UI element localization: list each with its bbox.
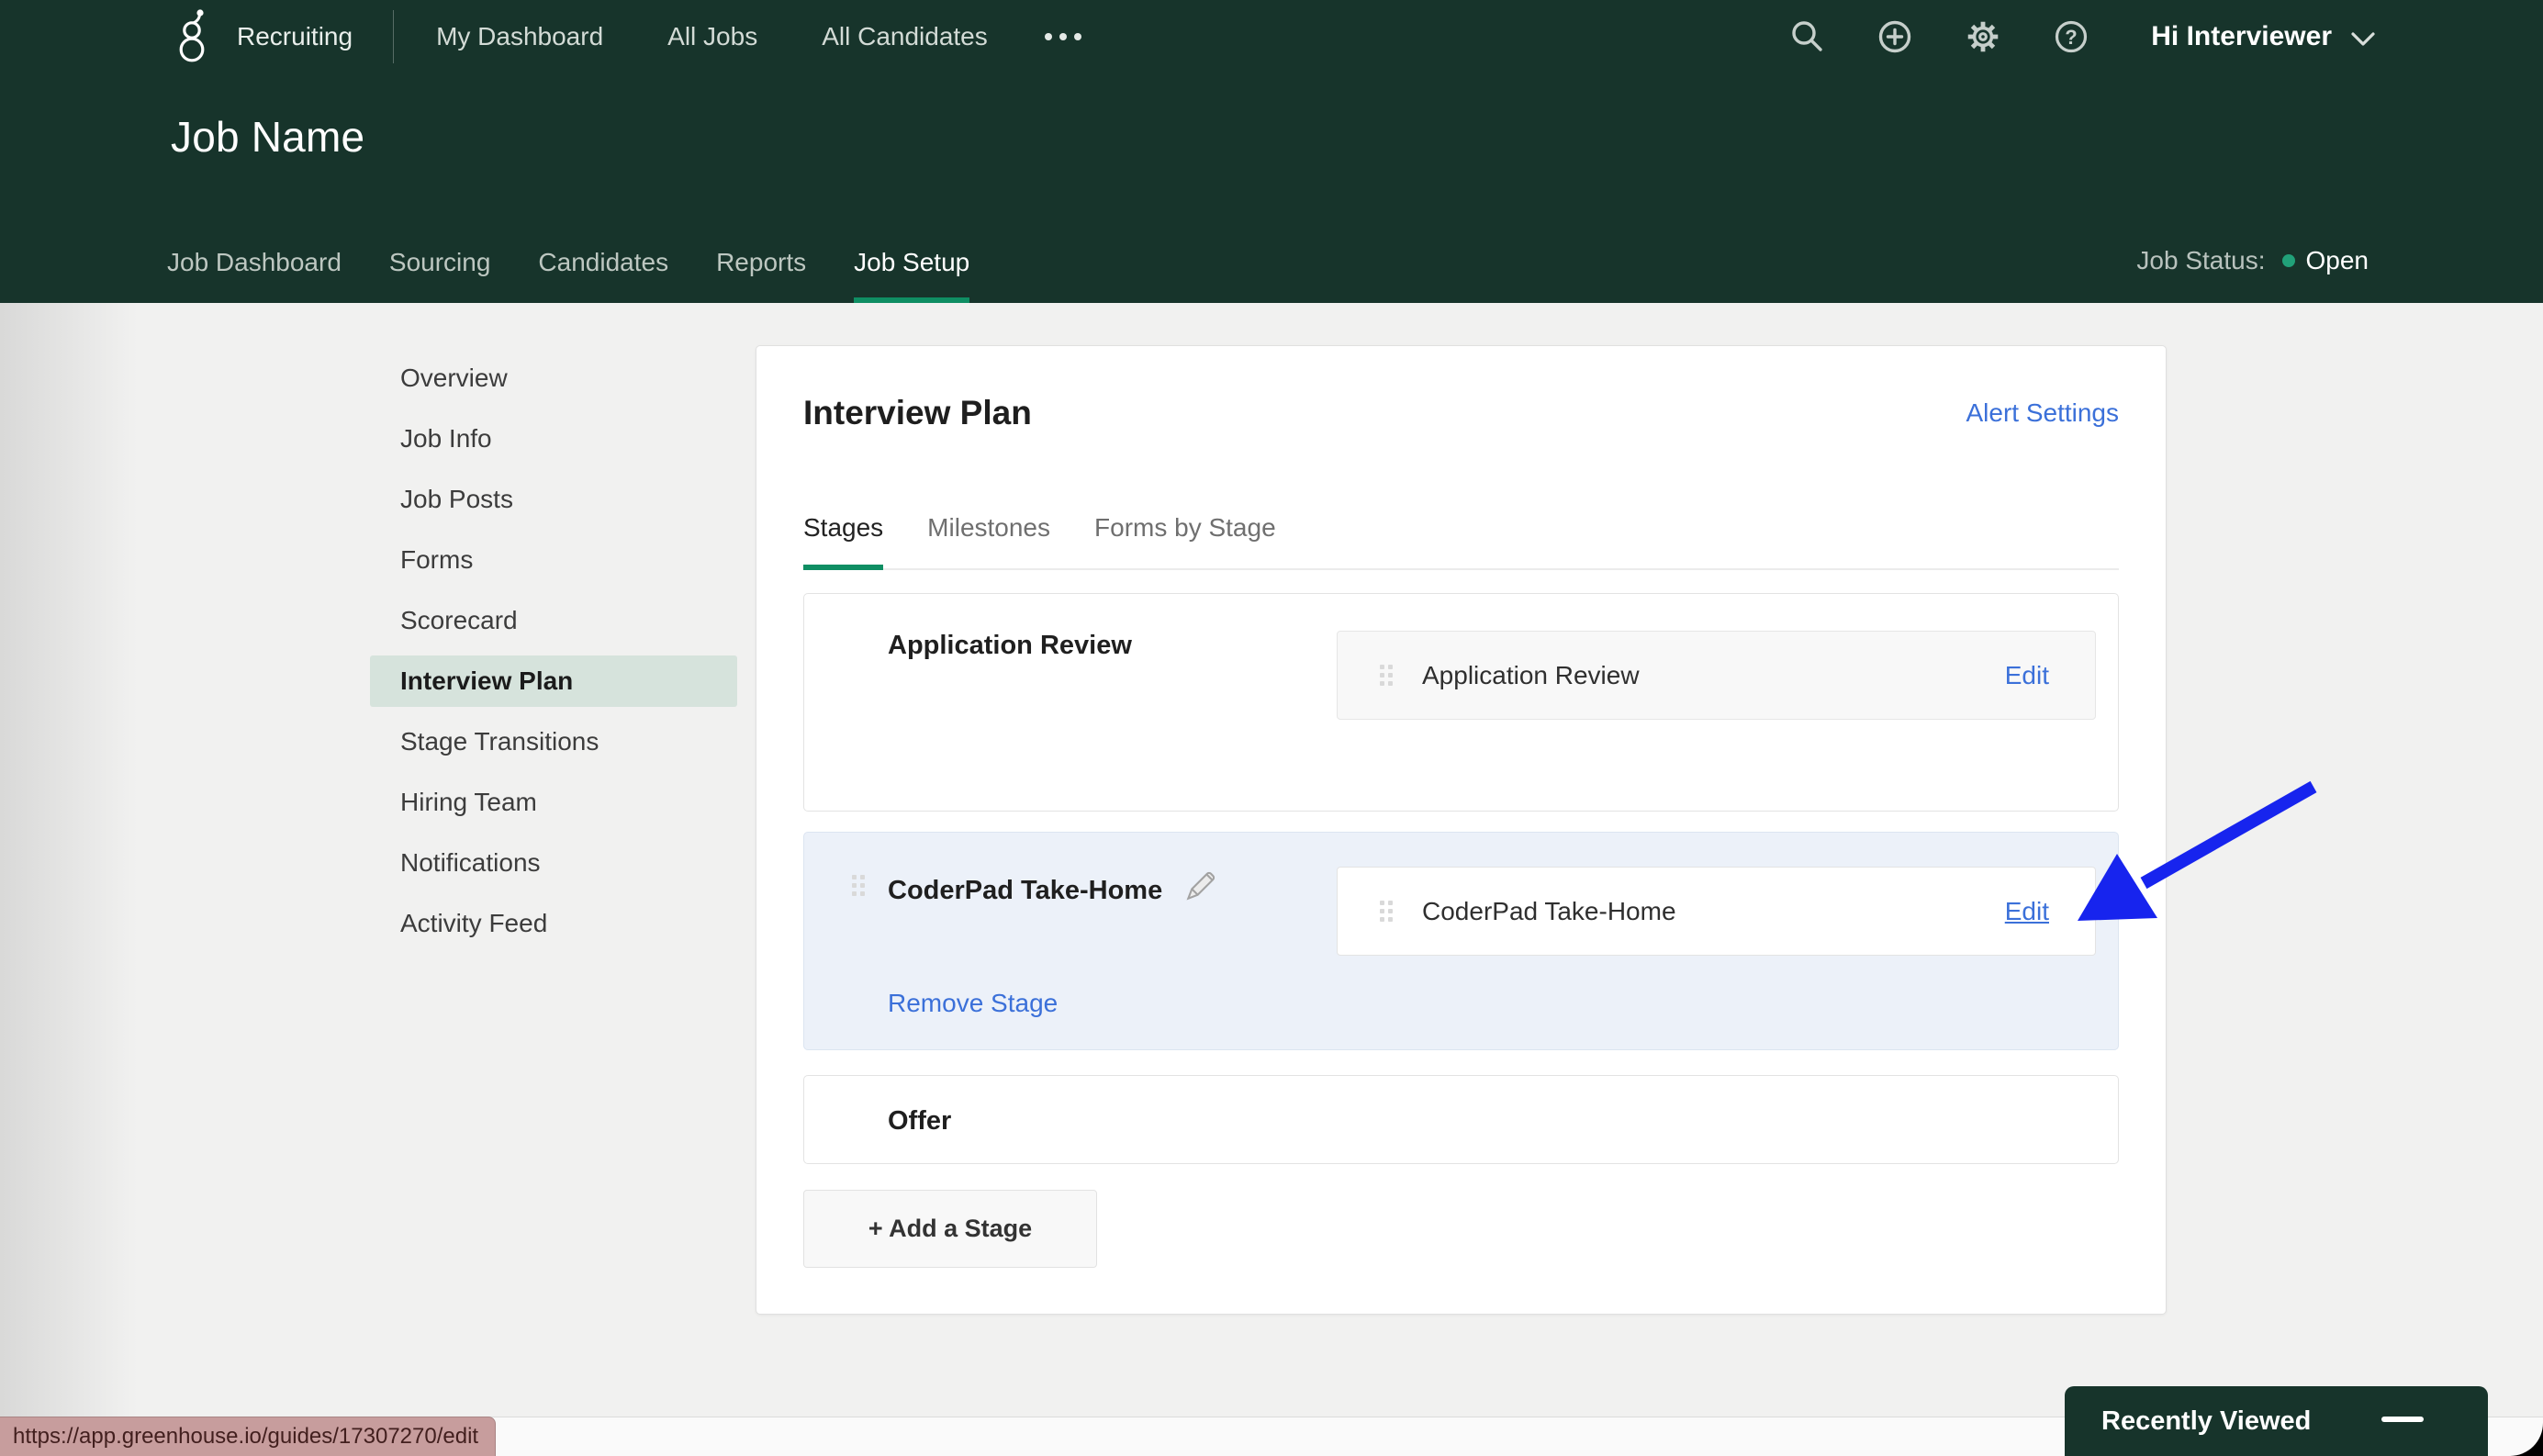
search-icon[interactable] [1787, 17, 1826, 56]
help-icon[interactable]: ? [2052, 17, 2090, 56]
job-status-label: Job Status: [2136, 246, 2266, 274]
top-nav: Recruiting My Dashboard All Jobs All Can… [0, 0, 2543, 73]
drag-handle-icon[interactable] [1380, 665, 1393, 686]
alert-settings-link[interactable]: Alert Settings [1966, 398, 2119, 428]
job-tabs: Job Dashboard Sourcing Candidates Report… [167, 248, 970, 303]
interview-row-coderpad-take-home: CoderPad Take-Home Edit [1337, 867, 2096, 956]
sidebar-item-job-info[interactable]: Job Info [370, 413, 737, 465]
nav-divider [393, 10, 395, 63]
stage-drag-handle-icon[interactable] [852, 875, 865, 896]
svg-text:?: ? [2066, 26, 2078, 49]
user-name: Hi Interviewer [2151, 21, 2332, 51]
link-preview-statusbar: https://app.greenhouse.io/guides/1730727… [0, 1417, 497, 1456]
stage-title: CoderPad Take-Home [888, 869, 1217, 912]
sidebar-item-hiring-team[interactable]: Hiring Team [370, 777, 737, 828]
more-menu-icon[interactable] [1044, 33, 1081, 40]
status-dot-icon [2281, 254, 2295, 267]
sidebar-item-stage-transitions[interactable]: Stage Transitions [370, 716, 737, 767]
sidebar-item-scorecard[interactable]: Scorecard [370, 595, 737, 646]
job-header: Job Name Job Dashboard Sourcing Candidat… [0, 73, 2543, 303]
sidebar-item-forms[interactable]: Forms [370, 534, 737, 586]
add-stage-button[interactable]: + Add a Stage [803, 1190, 1097, 1268]
greenhouse-logo-icon [171, 6, 213, 68]
settings-gear-icon[interactable] [1964, 17, 2002, 56]
sidebar-item-interview-plan[interactable]: Interview Plan [370, 655, 737, 707]
drag-handle-icon[interactable] [1380, 901, 1393, 922]
nav-right: ? Hi Interviewer [1787, 17, 2378, 56]
stage-name: Application Review [888, 631, 1132, 660]
job-setup-sidebar: Overview Job Info Job Posts Forms Scorec… [370, 353, 737, 958]
minimize-icon[interactable] [2381, 1417, 2424, 1422]
tab-candidates[interactable]: Candidates [538, 248, 668, 303]
job-status-value: Open [2305, 246, 2369, 274]
stage-card-coderpad-take-home: CoderPad Take-Home CoderPad Take-Home Ed… [803, 832, 2119, 1050]
sidebar-item-job-posts[interactable]: Job Posts [370, 474, 737, 525]
interview-plan-card: Interview Plan Alert Settings Stages Mil… [756, 345, 2167, 1315]
edit-interview-link[interactable]: Edit [2005, 661, 2049, 690]
chevron-down-icon [2351, 32, 2375, 46]
card-title: Interview Plan [803, 394, 1032, 431]
interview-plan-tabs: Stages Milestones Forms by Stage [803, 513, 2119, 570]
interview-row-application-review: Application Review Edit [1337, 631, 2096, 720]
card-header: Interview Plan Alert Settings [803, 394, 2119, 432]
tab-reports[interactable]: Reports [716, 248, 806, 303]
stage-name: Offer [888, 1106, 952, 1136]
nav-item-all-candidates[interactable]: All Candidates [822, 22, 988, 51]
stage-name: CoderPad Take-Home [888, 875, 1163, 905]
remove-stage-link[interactable]: Remove Stage [888, 989, 1058, 1018]
recently-viewed-title: Recently Viewed [2101, 1406, 2312, 1436]
nav-item-my-dashboard[interactable]: My Dashboard [436, 22, 603, 51]
interview-name: Application Review [1422, 660, 1640, 689]
add-icon[interactable] [1876, 17, 1914, 56]
stage-card-offer: Offer [803, 1075, 2119, 1164]
tab-job-setup[interactable]: Job Setup [854, 248, 970, 303]
sidebar-item-overview[interactable]: Overview [370, 353, 737, 404]
stage-title: Offer [888, 1106, 951, 1137]
sidebar-item-notifications[interactable]: Notifications [370, 837, 737, 889]
edit-interview-link[interactable]: Edit [2005, 897, 2049, 926]
product-name: Recruiting [237, 22, 353, 50]
tab-stages[interactable]: Stages [803, 513, 884, 570]
tab-job-dashboard[interactable]: Job Dashboard [167, 248, 342, 303]
tab-sourcing[interactable]: Sourcing [389, 248, 491, 303]
tab-forms-by-stage[interactable]: Forms by Stage [1094, 513, 1276, 570]
sidebar-item-activity-feed[interactable]: Activity Feed [370, 898, 737, 949]
left-edge-shadow [0, 303, 138, 1417]
nav-items: My Dashboard All Jobs All Candidates [436, 22, 988, 51]
edit-stage-name-pencil-icon[interactable] [1182, 869, 1217, 912]
recently-viewed-panel[interactable]: Recently Viewed [2065, 1386, 2488, 1456]
user-menu[interactable]: Hi Interviewer [2151, 21, 2378, 52]
nav-item-all-jobs[interactable]: All Jobs [667, 22, 757, 51]
greenhouse-app: Recruiting My Dashboard All Jobs All Can… [0, 0, 2543, 1456]
job-status: Job Status: Open [2136, 246, 2369, 275]
brand[interactable]: Recruiting [171, 6, 353, 68]
stage-title: Application Review [888, 631, 1132, 661]
tab-milestones[interactable]: Milestones [927, 513, 1050, 570]
page-title: Job Name [171, 113, 365, 161]
interview-name: CoderPad Take-Home [1422, 896, 1676, 925]
stage-card-application-review: Application Review Application Review Ed… [803, 593, 2119, 812]
